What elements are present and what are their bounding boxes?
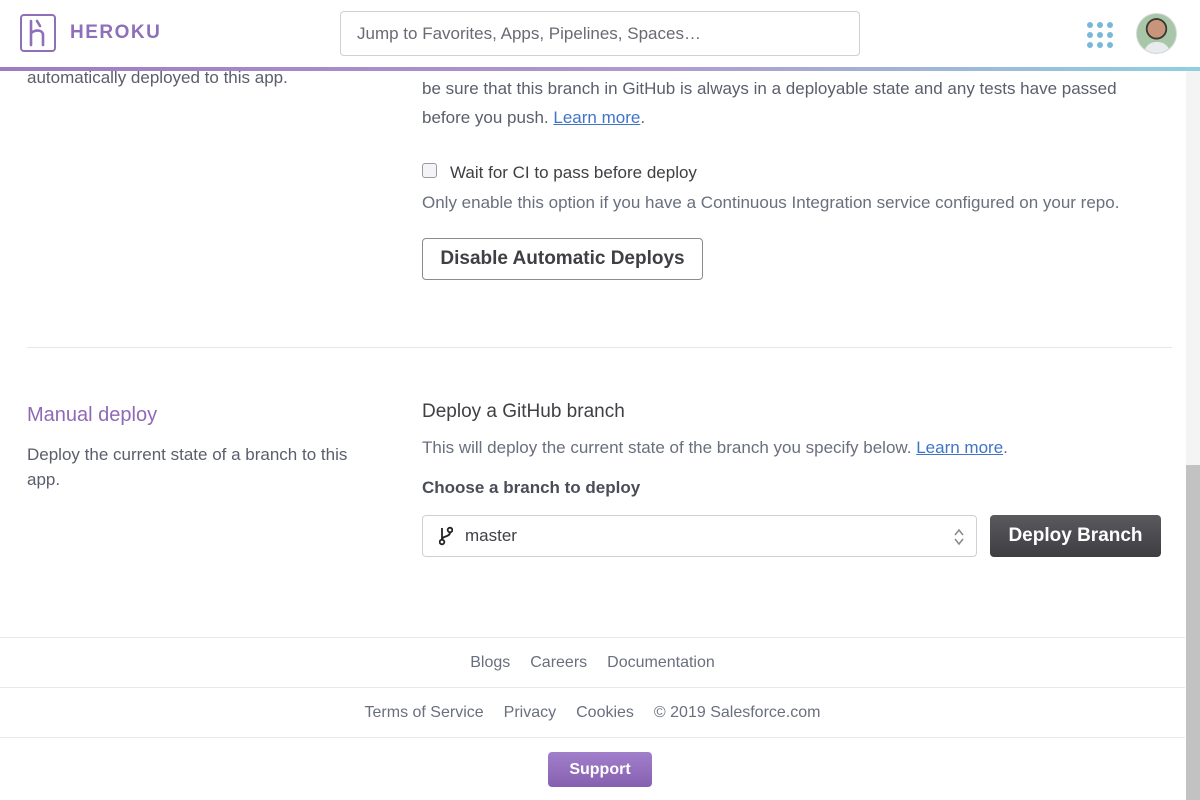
footer-link-careers[interactable]: Careers: [530, 654, 587, 672]
footer-link-terms[interactable]: Terms of Service: [365, 704, 484, 722]
apps-grid-icon[interactable]: [1087, 22, 1113, 48]
auto-deploy-desc-line2-text: before you push.: [422, 108, 549, 127]
footer-links-row2: Terms of Service Privacy Cookies © 2019 …: [0, 704, 1185, 722]
manual-deploy-title: Manual deploy: [27, 404, 158, 426]
footer-link-documentation[interactable]: Documentation: [607, 654, 715, 672]
branch-select-value: master: [465, 526, 517, 545]
footer-link-blogs[interactable]: Blogs: [470, 654, 510, 672]
manual-deploy-learn-more-link[interactable]: Learn more: [916, 438, 1003, 457]
select-up-down-icon: [954, 528, 964, 546]
support-button[interactable]: Support: [548, 752, 652, 787]
footer-divider-bottom: [0, 737, 1185, 738]
deploy-github-branch-desc: This will deploy the current state of th…: [422, 438, 1008, 458]
footer-links-row1: Blogs Careers Documentation: [0, 654, 1185, 672]
heroku-logo-icon: [20, 14, 56, 52]
heroku-logo-text: HEROKU: [70, 22, 162, 43]
heroku-logo[interactable]: HEROKU: [20, 14, 161, 52]
auto-deploy-desc: be sure that this branch in GitHub is al…: [422, 74, 1182, 132]
auto-deploy-desc-line2: before you push. Learn more.: [422, 103, 1182, 132]
section-divider: [27, 347, 1172, 348]
deploy-github-branch-title: Deploy a GitHub branch: [422, 401, 625, 422]
footer-divider-top: [0, 637, 1185, 638]
choose-branch-label: Choose a branch to deploy: [422, 478, 641, 497]
search-input[interactable]: [340, 11, 860, 56]
deploy-github-branch-desc-text: This will deploy the current state of th…: [422, 438, 912, 457]
header-gradient-bar: [0, 67, 1200, 71]
branch-select[interactable]: master: [422, 515, 977, 557]
footer-link-privacy[interactable]: Privacy: [504, 704, 556, 722]
footer-divider-middle: [0, 687, 1185, 688]
top-header: HEROKU: [0, 0, 1200, 68]
disable-automatic-deploys-button[interactable]: Disable Automatic Deploys: [422, 238, 703, 280]
deploy-branch-button[interactable]: Deploy Branch: [990, 515, 1161, 557]
wait-for-ci-label[interactable]: Wait for CI to pass before deploy: [450, 163, 697, 183]
auto-deploy-desc-line1: be sure that this branch in GitHub is al…: [422, 79, 1117, 98]
git-branch-icon: [437, 525, 455, 547]
manual-deploy-description: Deploy the current state of a branch to …: [27, 445, 348, 489]
user-avatar[interactable]: [1136, 13, 1177, 54]
footer-copyright: © 2019 Salesforce.com: [653, 704, 821, 721]
footer-link-cookies[interactable]: Cookies: [576, 704, 634, 722]
scrollbar-thumb[interactable]: [1186, 465, 1200, 800]
period: .: [1003, 438, 1008, 457]
auto-deploy-learn-more-link[interactable]: Learn more: [553, 108, 640, 127]
period: .: [640, 108, 646, 127]
wait-for-ci-hint: Only enable this option if you have a Co…: [422, 193, 1120, 212]
wait-for-ci-checkbox[interactable]: [422, 163, 437, 178]
